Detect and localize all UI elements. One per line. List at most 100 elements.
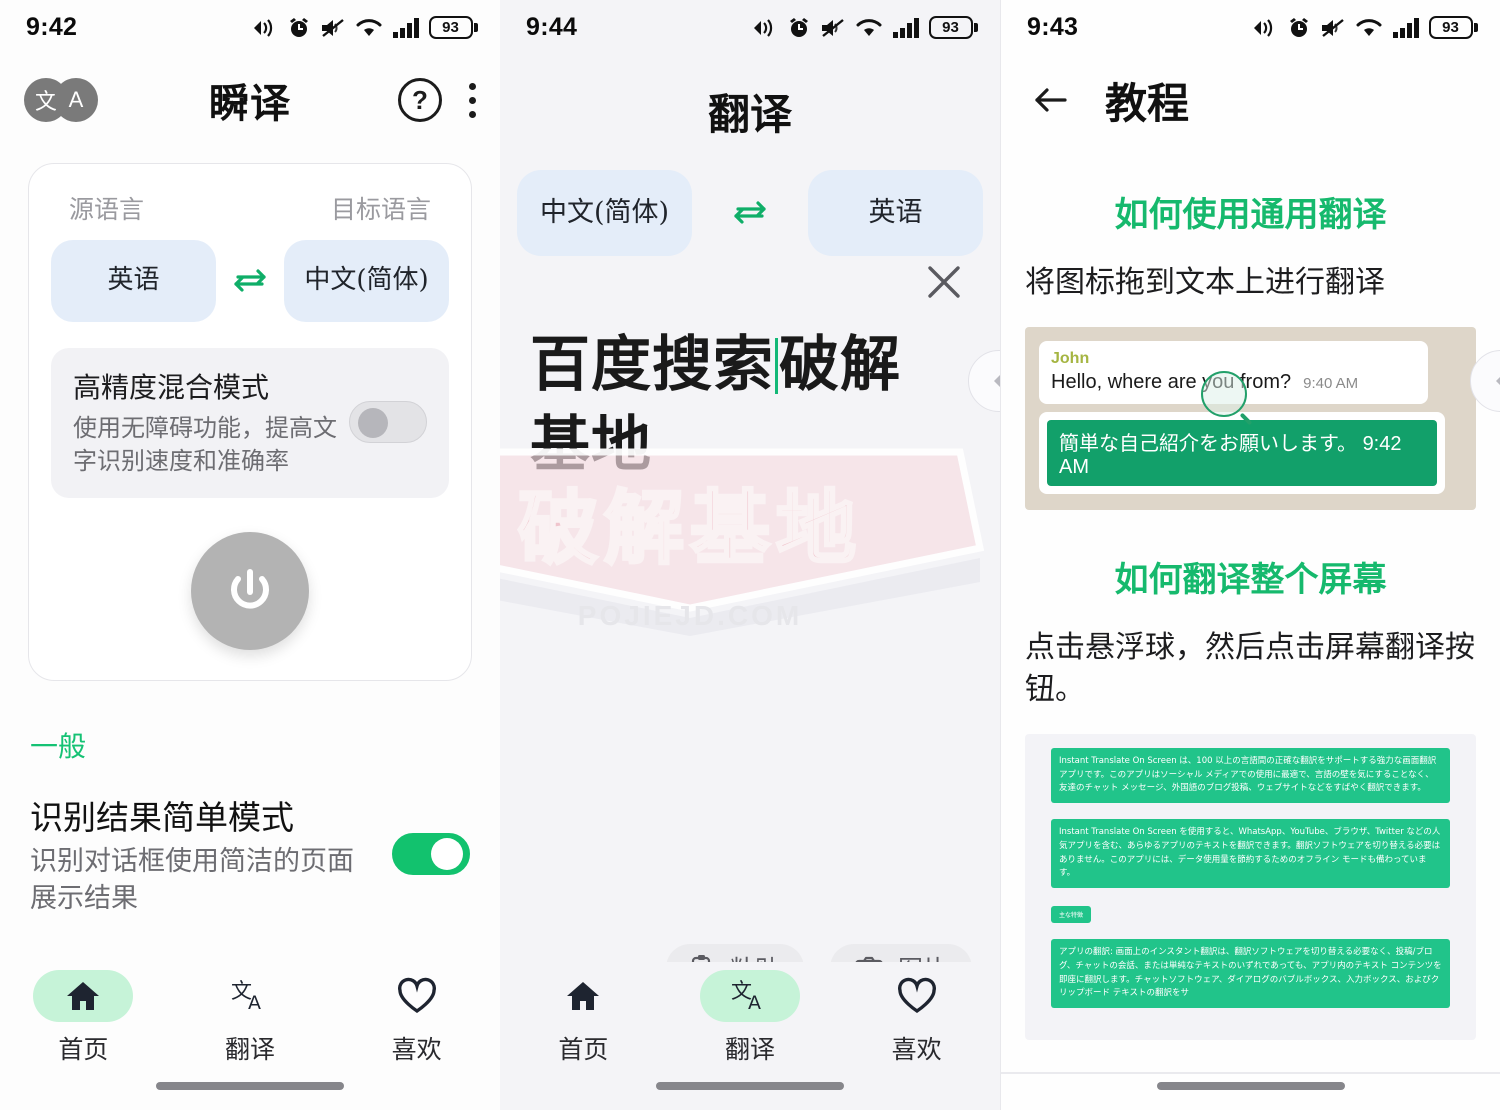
source-language-chip[interactable]: 英语 [51, 240, 216, 322]
battery-indicator-p2: 93 [928, 16, 978, 39]
panel-home: 9:42 93 文 A 瞬译 ? 源语言 目标语言 英语 中文(简体) 高精度混… [0, 0, 500, 1110]
nav-item-translate-p2[interactable]: 文A 翻译 [667, 970, 834, 1074]
nav-label-home-p1: 首页 [58, 1036, 109, 1064]
battery-indicator: 93 [428, 16, 478, 39]
alarm-icon [1289, 17, 1308, 37]
language-selector-row: 英语 中文(简体) [51, 240, 449, 322]
wifi-icon [356, 18, 381, 36]
app-bar-p1: 文 A 瞬译 ? [0, 55, 500, 145]
translate-icon: 文A [700, 970, 800, 1022]
panel-translate: 9:44 93 翻译 中文(简体) 英语 破解基地 POJIEJD.COM 百度… [500, 0, 1000, 1110]
page-title-p3: 教程 [1105, 79, 1190, 127]
nav-label-translate-p1: 翻译 [225, 1036, 276, 1064]
text-caret [775, 338, 778, 394]
target-language-label: 目标语言 [330, 196, 431, 224]
nav-label-favorites-p1: 喜欢 [391, 1036, 442, 1064]
source-language-chip-p2[interactable]: 中文(简体) [517, 170, 692, 256]
jp-feature-tag: 主な特徴 [1051, 906, 1092, 924]
heart-icon [867, 970, 967, 1022]
signal-icon [1392, 17, 1419, 38]
status-clock-p3: 9:43 [1027, 13, 1079, 41]
vibrate-icon [1253, 18, 1272, 37]
tutorial-text-2: 点击悬浮球，然后点击屏幕翻译按钮。 [1025, 630, 1475, 707]
high-precision-mode-row: 高精度混合模式 使用无障碍功能，提高文字识别速度和准确率 [51, 348, 449, 499]
app-logo-icon: 文 A [24, 78, 112, 122]
watermark-url: POJIEJD.COM [577, 600, 803, 631]
high-precision-mode-title: 高精度混合模式 [73, 372, 270, 403]
status-clock: 9:42 [26, 13, 78, 41]
three-panel-screenshot-set: 9:42 93 文 A 瞬译 ? 源语言 目标语言 英语 中文(简体) 高精度混… [0, 0, 1500, 1110]
alarm-icon [789, 17, 808, 37]
bottom-nav-p2: 首页 文A 翻译 喜欢 [500, 962, 1000, 1110]
overflow-menu-icon[interactable] [468, 82, 476, 118]
nav-label-home-p2: 首页 [558, 1036, 609, 1064]
nav-item-favorites-p1[interactable]: 喜欢 [333, 970, 500, 1074]
home-icon [533, 970, 633, 1022]
tutorial-chat-screenshot: John Hello, where are you from? 9:40 AM … [1025, 326, 1476, 510]
home-indicator-p3 [1156, 1082, 1345, 1090]
chat-message-1: Hello, where are you from? [1051, 370, 1292, 393]
high-precision-mode-toggle[interactable] [349, 401, 427, 444]
floating-ball-p2[interactable] [968, 350, 1000, 412]
swap-languages-icon-p2[interactable] [726, 196, 774, 230]
svg-text:A: A [248, 992, 261, 1014]
tutorial-heading-1: 如何使用通用翻译 [1114, 196, 1387, 234]
tutorial-heading-3: 更多功能 [1001, 1104, 1500, 1110]
status-bar-p1: 9:42 93 [0, 0, 500, 55]
logo-char-right: A [54, 78, 98, 122]
home-icon [33, 970, 134, 1022]
mute-icon [1321, 18, 1344, 37]
target-language-chip[interactable]: 中文(简体) [284, 240, 449, 322]
status-icons-p3: 93 [1252, 16, 1478, 40]
chat-bubble-outgoing: 簡単な自己紹介をお願いします。 9:42 AM [1039, 411, 1446, 494]
svg-text:A: A [748, 992, 761, 1014]
heart-icon [367, 970, 467, 1022]
nav-item-home-p2[interactable]: 首页 [500, 970, 667, 1074]
divider [1001, 1072, 1500, 1074]
battery-level: 93 [442, 19, 459, 36]
jp-block-1: Instant Translate On Screen は、100 以上の言語間… [1051, 747, 1450, 804]
chat-sender-name: John [1051, 349, 1090, 367]
simple-result-mode-toggle[interactable] [392, 832, 470, 875]
signal-icon [892, 17, 919, 38]
chat-message-2: 簡単な自己紹介をお願いします。 [1059, 432, 1357, 455]
tutorial-text-1: 将图标拖到文本上进行翻译 [1025, 266, 1385, 299]
target-language-chip-p2[interactable]: 英语 [808, 170, 983, 256]
close-icon[interactable] [924, 262, 964, 302]
section-label-general: 一般 [30, 731, 87, 763]
simple-result-mode-row: 识别结果简单模式 识别对话框使用简洁的页面展示结果 [30, 791, 470, 916]
wifi-icon [856, 18, 881, 36]
tutorial-heading-2: 如何翻译整个屏幕 [1114, 560, 1387, 599]
status-icons: 93 [252, 16, 478, 40]
swap-languages-icon[interactable] [226, 264, 274, 298]
input-text-before-caret: 百度搜索 [530, 331, 774, 398]
language-labels-row: 源语言 目标语言 [51, 190, 449, 226]
bottom-nav-p1: 首页 文A 翻译 喜欢 [0, 962, 500, 1110]
power-button[interactable] [191, 532, 309, 651]
wifi-icon [1356, 18, 1381, 36]
jp-block-2: Instant Translate On Screen を使用すると、Whats… [1051, 819, 1450, 889]
high-precision-mode-sub: 使用无障碍功能，提高文字识别速度和准确率 [73, 415, 337, 476]
simple-result-mode-title: 识别结果简单模式 [30, 799, 294, 837]
translate-input-text[interactable]: 百度搜索破解基地 [530, 325, 944, 485]
battery-indicator-p3: 93 [1428, 16, 1478, 39]
page-title-p2: 翻译 [707, 91, 792, 138]
nav-item-home-p1[interactable]: 首页 [0, 970, 167, 1074]
power-button-wrap [51, 532, 449, 651]
translation-settings-card: 源语言 目标语言 英语 中文(简体) 高精度混合模式 使用无障碍功能，提高文字识… [28, 163, 472, 682]
home-indicator-p1 [156, 1082, 344, 1090]
nav-item-favorites-p2[interactable]: 喜欢 [833, 970, 1000, 1074]
app-bar-p3: 教程 [1001, 55, 1500, 145]
nav-label-favorites-p2: 喜欢 [891, 1036, 942, 1064]
vibrate-icon [253, 18, 272, 37]
status-bar-p2: 9:44 93 [500, 0, 1000, 55]
chat-time-1: 9:40 AM [1303, 374, 1359, 392]
signal-icon [392, 17, 419, 38]
back-arrow-icon[interactable] [1029, 79, 1071, 121]
tutorial-screen-translate-screenshot: Instant Translate On Screen は、100 以上の言語間… [1025, 733, 1476, 1041]
nav-item-translate-p1[interactable]: 文A 翻译 [167, 970, 334, 1074]
help-icon[interactable]: ? [398, 78, 442, 122]
status-clock-p2: 9:44 [526, 13, 578, 41]
alarm-icon [289, 17, 308, 37]
home-indicator-p2 [656, 1082, 844, 1090]
